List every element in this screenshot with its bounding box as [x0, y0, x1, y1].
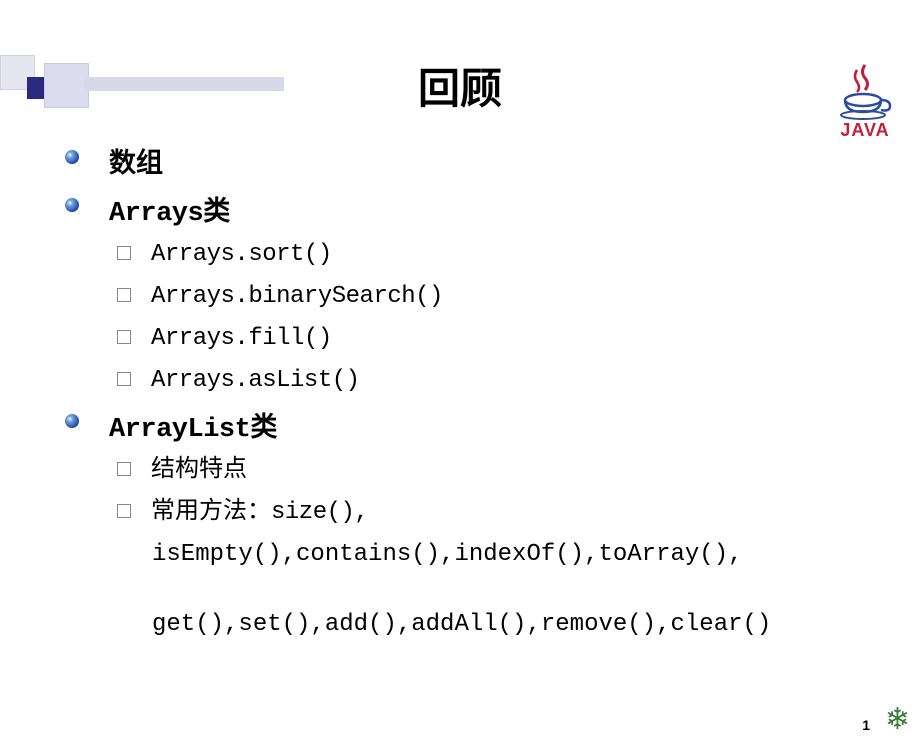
l2-text: 常用方法：size(), [151, 495, 368, 531]
list-item-l2: Arrays.fill() [117, 321, 920, 357]
list-item-l1: Arrays类 [65, 189, 920, 229]
bullet-square-icon [117, 288, 131, 302]
decor-square-medium [44, 63, 89, 108]
l2-text: 结构特点 [151, 453, 247, 489]
list-item-l2: Arrays.binarySearch() [117, 279, 920, 315]
l2-text: Arrays.fill() [151, 321, 332, 357]
bullet-square-icon [117, 372, 131, 386]
list-item-l2: 结构特点 [117, 453, 920, 489]
l1-text: 数组 [109, 141, 163, 181]
bullet-ball-icon [65, 414, 79, 428]
bullet-square-icon [117, 246, 131, 260]
decor-bar [84, 77, 284, 91]
l2-text: Arrays.sort() [151, 237, 332, 273]
list-item-l2: 常用方法：size(), [117, 495, 920, 531]
bullet-ball-icon [65, 150, 79, 164]
list-item-l2: Arrays.sort() [117, 237, 920, 273]
bullet-ball-icon [65, 198, 79, 212]
java-logo: JAVA [825, 60, 905, 141]
l2-continuation: get(),set(),add(),addAll(),remove(),clea… [152, 607, 872, 643]
java-cup-icon [835, 60, 895, 120]
l1-text: ArrayList类 [109, 405, 277, 445]
l2-text: Arrays.binarySearch() [151, 279, 443, 315]
bullet-square-icon [117, 330, 131, 344]
list-item-l2: Arrays.asList() [117, 363, 920, 399]
bullet-square-icon [117, 504, 131, 518]
l1-text: Arrays类 [109, 189, 230, 229]
list-item-l1: 数组 [65, 141, 920, 181]
top-decoration [0, 55, 284, 108]
page-number: 1 [862, 717, 870, 733]
l2-text: Arrays.asList() [151, 363, 360, 399]
l2-continuation: isEmpty(),contains(),indexOf(),toArray()… [152, 537, 872, 573]
bullet-square-icon [117, 462, 131, 476]
java-logo-text: JAVA [825, 120, 905, 141]
snowflake-icon: ❄ [885, 702, 910, 737]
list-item-l1: ArrayList类 [65, 405, 920, 445]
slide-content: 数组 Arrays类 Arrays.sort() Arrays.binarySe… [65, 141, 920, 643]
